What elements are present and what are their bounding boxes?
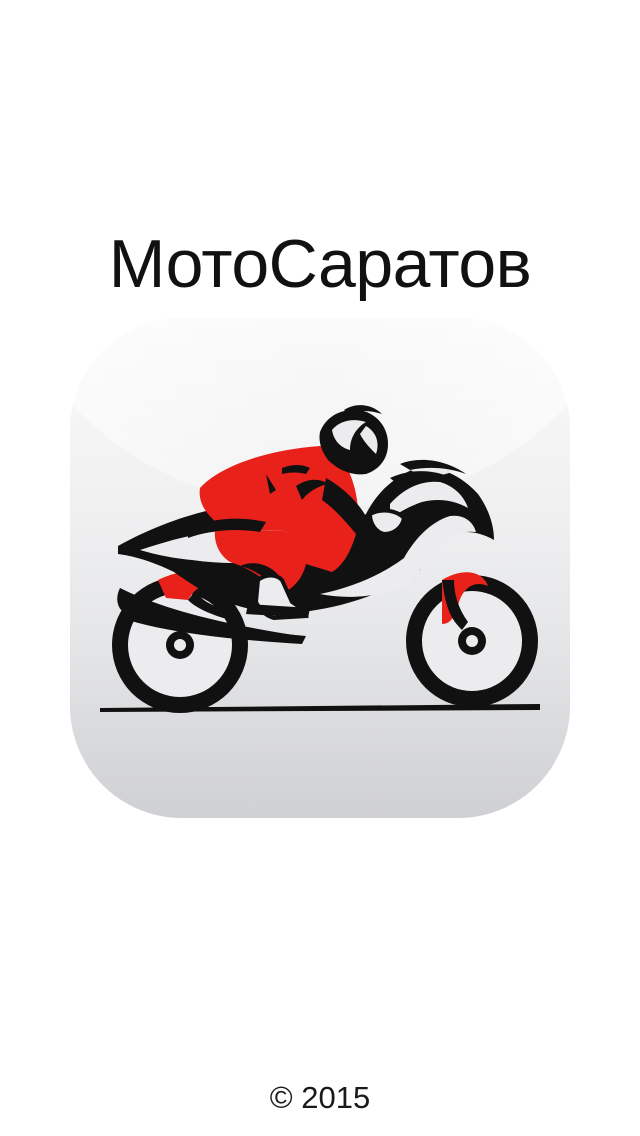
app-logo	[70, 318, 570, 818]
app-title: МотоСаратов	[108, 226, 532, 302]
copyright-text: © 2015	[269, 1080, 371, 1115]
motorcycle-rider-icon	[100, 405, 540, 713]
splash-screen: МотоСаратов © 2015	[0, 0, 640, 1136]
